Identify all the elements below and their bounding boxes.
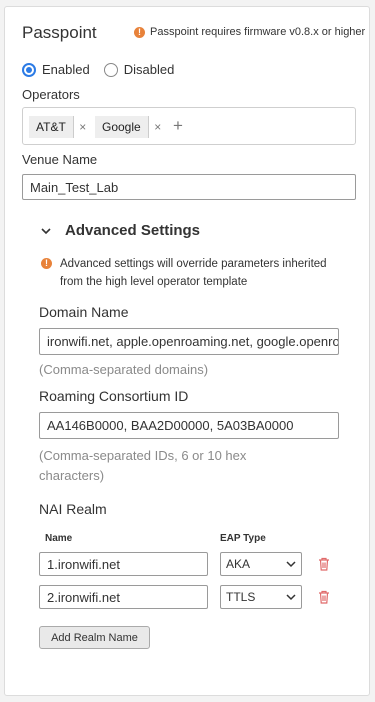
status-radio-group: Enabled Disabled <box>22 62 188 77</box>
advanced-settings-toggle[interactable]: Advanced Settings <box>41 222 200 239</box>
disabled-radio-label[interactable]: Disabled <box>124 62 175 77</box>
domain-name-label: Domain Name <box>39 304 129 320</box>
venue-name-input[interactable]: Main_Test_Lab <box>22 174 356 200</box>
eap-type-select[interactable]: TTLS <box>220 585 302 609</box>
chevron-down-icon <box>286 594 296 601</box>
close-icon[interactable]: × <box>149 120 167 134</box>
operator-chip: AT&T × <box>29 116 92 138</box>
firmware-warning-text: Passpoint requires firmware v0.8.x or hi… <box>150 26 366 38</box>
trash-icon[interactable] <box>318 590 330 604</box>
operator-chip-label: Google <box>95 116 149 138</box>
domain-name-input[interactable]: ironwifi.net, apple.openroaming.net, goo… <box>39 328 339 355</box>
close-icon[interactable]: × <box>74 120 92 134</box>
advanced-settings-title: Advanced Settings <box>65 222 201 239</box>
realm-name-input[interactable]: 2.ironwifi.net <box>39 585 208 609</box>
eap-type-value: AKA <box>226 557 251 571</box>
warning-icon: ! <box>41 258 52 269</box>
firmware-warning: ! Passpoint requires firmware v0.8.x or … <box>134 26 365 38</box>
chevron-down-icon <box>286 561 296 568</box>
nai-realm-label: NAI Realm <box>39 501 107 517</box>
enabled-radio-label[interactable]: Enabled <box>42 62 90 77</box>
roaming-consortium-input[interactable]: AA146B0000, BAA2D00000, 5A03BA0000 <box>39 412 339 439</box>
realm-name-input[interactable]: 1.ironwifi.net <box>39 552 208 576</box>
advanced-warning: ! Advanced settings will override parame… <box>41 255 341 291</box>
enabled-radio[interactable] <box>22 62 36 77</box>
warning-icon: ! <box>134 26 145 38</box>
venue-name-label: Venue Name <box>22 152 98 167</box>
domain-hint: (Comma-separated domains) <box>39 362 209 377</box>
operator-chip: Google × <box>95 116 167 138</box>
eap-type-value: TTLS <box>226 590 256 604</box>
operators-field[interactable]: AT&T × Google × + <box>22 107 356 145</box>
chevron-down-icon <box>41 227 51 234</box>
eap-type-select[interactable]: AKA <box>220 552 302 576</box>
roaming-consortium-label: Roaming Consortium ID <box>39 388 189 404</box>
operator-chip-label: AT&T <box>29 116 74 138</box>
col-name-header: Name <box>45 533 73 544</box>
plus-icon[interactable]: + <box>173 116 183 136</box>
col-eap-header: EAP Type <box>220 533 266 544</box>
trash-icon[interactable] <box>318 557 330 571</box>
passpoint-panel: Passpoint ! Passpoint requires firmware … <box>4 6 370 696</box>
operators-label: Operators <box>22 87 80 102</box>
add-realm-button[interactable]: Add Realm Name <box>39 626 150 649</box>
roaming-hint: (Comma-separated IDs, 6 or 10 hex charac… <box>39 448 247 483</box>
disabled-radio[interactable] <box>103 62 118 77</box>
advanced-warning-text: Advanced settings will override paramete… <box>60 258 327 288</box>
page-title: Passpoint <box>22 23 97 42</box>
